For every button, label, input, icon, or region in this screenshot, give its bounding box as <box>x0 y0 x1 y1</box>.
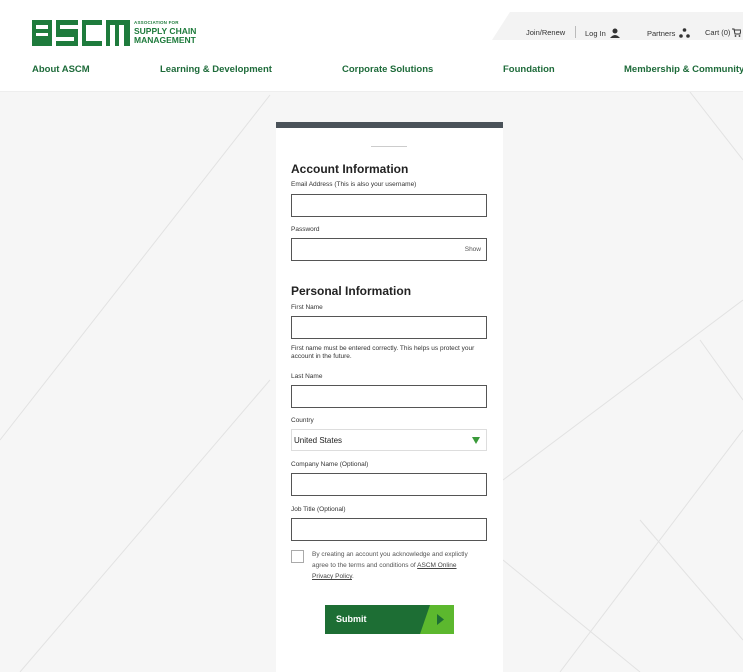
caret-down-icon <box>472 437 480 444</box>
ascm-logo-mark <box>32 20 130 46</box>
logo-text: ASSOCIATION FOR SUPPLY CHAIN MANAGEMENT <box>134 20 196 45</box>
email-label: Email Address (This is also your usernam… <box>291 181 417 188</box>
country-selected-value: United States <box>294 436 343 445</box>
terms-checkbox[interactable] <box>291 550 304 563</box>
password-label: Password <box>291 226 320 233</box>
cart-label: Cart (0) <box>705 28 731 37</box>
company-name-label: Company Name (Optional) <box>291 461 369 468</box>
partners-label: Partners <box>647 28 676 38</box>
cart-link[interactable]: Cart (0) <box>705 28 742 37</box>
nav-about-ascm[interactable]: About ASCM <box>32 64 90 75</box>
arrow-right-icon <box>420 605 454 634</box>
card-divider <box>371 146 407 147</box>
password-input[interactable]: Show <box>291 238 487 261</box>
nav-learning-development[interactable]: Learning & Development <box>160 64 272 75</box>
account-information-heading: Account Information <box>291 162 409 176</box>
nav-membership-community[interactable]: Membership & Community <box>624 64 743 75</box>
last-name-label: Last Name <box>291 373 323 380</box>
partners-icon <box>679 28 691 38</box>
terms-text: By creating an account you acknowledge a… <box>312 549 472 582</box>
partners-link[interactable]: Partners <box>647 28 691 38</box>
cart-icon <box>732 28 742 37</box>
page: ASSOCIATION FOR SUPPLY CHAIN MANAGEMENT … <box>0 0 743 672</box>
utility-divider <box>575 26 576 38</box>
first-name-label: First Name <box>291 304 323 311</box>
submit-button[interactable]: Submit <box>325 605 454 634</box>
job-title-input[interactable] <box>291 518 487 541</box>
first-name-help-text: First name must be entered correctly. Th… <box>291 345 475 360</box>
login-label: Log In <box>585 28 606 38</box>
user-icon <box>609 28 620 38</box>
terms-end: . <box>351 573 354 580</box>
join-renew-link[interactable]: Join/Renew <box>526 28 565 37</box>
logo-line-1: ASSOCIATION FOR <box>134 20 179 25</box>
nav-foundation[interactable]: Foundation <box>503 64 555 75</box>
nav-corporate-solutions[interactable]: Corporate Solutions <box>342 64 433 75</box>
job-title-label: Job Title (Optional) <box>291 506 346 513</box>
logo-line-2: SUPPLY CHAIN <box>134 25 197 36</box>
email-input[interactable] <box>291 194 487 217</box>
card-top-bar <box>276 122 503 128</box>
country-select[interactable]: United States <box>291 429 487 451</box>
ascm-logo[interactable]: ASSOCIATION FOR SUPPLY CHAIN MANAGEMENT <box>32 20 196 46</box>
company-name-input[interactable] <box>291 473 487 496</box>
first-name-input[interactable] <box>291 316 487 339</box>
country-label: Country <box>291 417 314 424</box>
logo-line-3: MANAGEMENT <box>134 35 196 45</box>
last-name-input[interactable] <box>291 385 487 408</box>
site-header: ASSOCIATION FOR SUPPLY CHAIN MANAGEMENT … <box>0 0 743 92</box>
show-password-toggle[interactable]: Show <box>465 246 481 253</box>
login-link[interactable]: Log In <box>585 28 620 38</box>
personal-information-heading: Personal Information <box>291 284 412 298</box>
submit-label: Submit <box>336 614 367 624</box>
